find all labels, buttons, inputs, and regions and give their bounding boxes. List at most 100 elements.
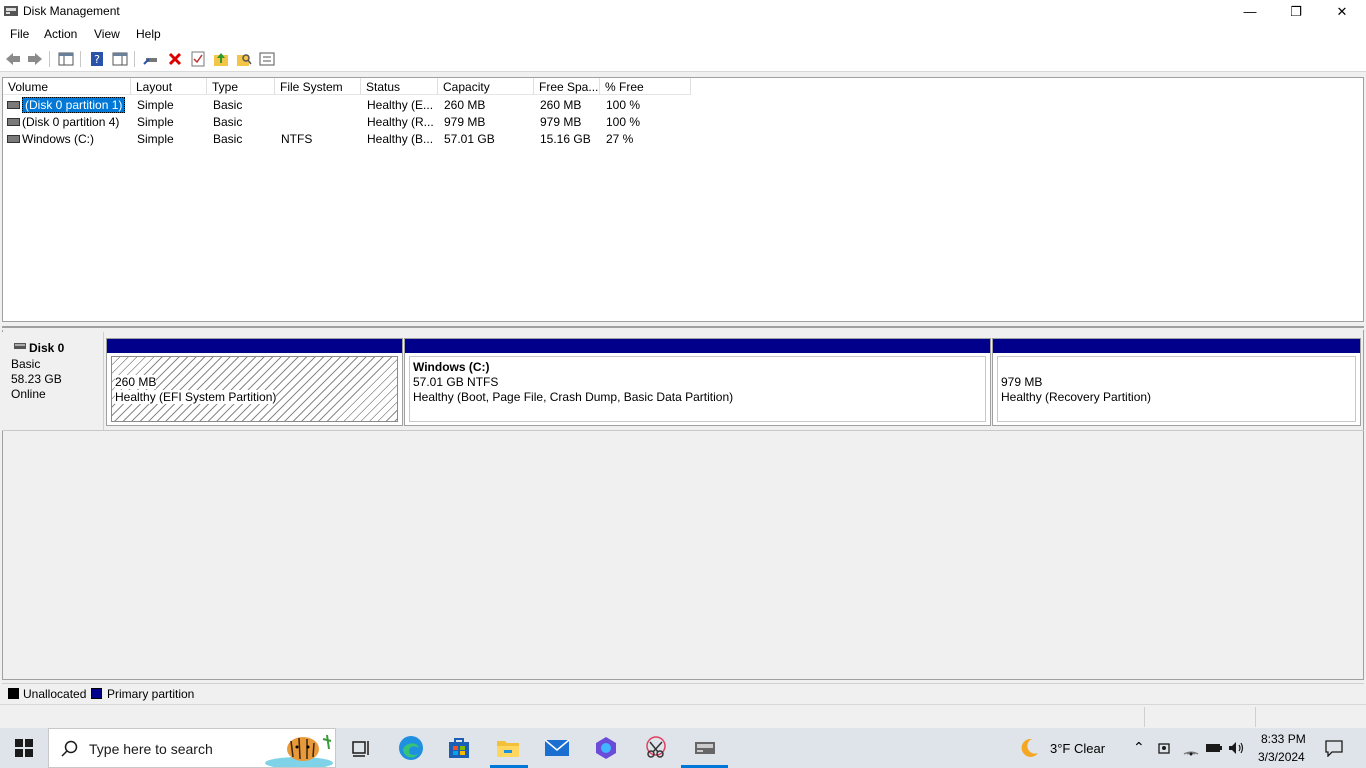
close-button[interactable]: ✕ xyxy=(1319,0,1365,23)
tiger-illustration-icon xyxy=(265,734,333,767)
folder-up-icon[interactable] xyxy=(212,50,230,68)
cell-pct: 100 % xyxy=(606,115,641,129)
partition-title: Windows (C:) xyxy=(413,360,490,374)
legend: Unallocated Primary partition xyxy=(2,683,1364,703)
cell-capacity: 57.01 GB xyxy=(444,132,495,146)
chevron-up-icon[interactable]: ⌃ xyxy=(1133,739,1145,756)
col-file-system[interactable]: File System xyxy=(275,78,361,95)
volume-icon[interactable] xyxy=(1228,740,1246,756)
cell-free: 979 MB xyxy=(540,115,582,129)
partition-efi[interactable]: 260 MB Healthy (EFI System Partition) xyxy=(106,338,403,426)
partition-size: 260 MB xyxy=(115,375,157,389)
cell-capacity: 979 MB xyxy=(444,115,486,129)
partition-status: Healthy (Boot, Page File, Crash Dump, Ba… xyxy=(413,390,734,404)
table-row[interactable]: (Disk 0 partition 4) Simple Basic Health… xyxy=(3,114,1363,131)
primary-partition-bar xyxy=(993,339,1360,353)
mail-button[interactable] xyxy=(542,734,572,762)
col-layout[interactable]: Layout xyxy=(131,78,207,95)
col-type[interactable]: Type xyxy=(207,78,275,95)
notification-icon[interactable] xyxy=(1325,739,1343,757)
cell-pct: 100 % xyxy=(606,98,641,112)
menu-help[interactable]: Help xyxy=(136,27,161,41)
cell-fs: NTFS xyxy=(281,132,313,146)
battery-icon[interactable] xyxy=(1205,741,1223,755)
menu-file[interactable]: File xyxy=(10,27,29,41)
copilot-button[interactable] xyxy=(591,734,621,762)
volume-list: Volume Layout Type File System Status Ca… xyxy=(2,77,1364,322)
status-bar xyxy=(0,704,1366,728)
cell-layout: Simple xyxy=(137,98,174,112)
cell-layout: Simple xyxy=(137,115,174,129)
copilot-icon xyxy=(596,737,616,759)
partition-selected-hatch: 260 MB Healthy (EFI System Partition) xyxy=(111,356,398,422)
moon-weather-icon xyxy=(1021,738,1038,757)
disk-management-taskbar-button[interactable] xyxy=(690,734,720,762)
weather-text[interactable]: 3°F Clear xyxy=(1050,741,1105,756)
edge-button[interactable] xyxy=(396,734,426,762)
snipping-tool-button[interactable] xyxy=(641,734,671,762)
menu-action[interactable]: Action xyxy=(44,27,77,41)
properties-icon[interactable] xyxy=(258,50,276,68)
disk-size: 58.23 GB xyxy=(11,372,62,386)
cell-volume: Windows (C:) xyxy=(22,132,95,146)
disk-kind: Basic xyxy=(11,357,41,371)
table-row[interactable]: (Disk 0 partition 1) Simple Basic Health… xyxy=(3,97,1363,114)
col-free-space[interactable]: Free Spa... xyxy=(534,78,600,95)
divider xyxy=(2,430,1364,431)
clock-time[interactable]: 8:33 PM xyxy=(1261,732,1306,746)
file-explorer-button[interactable] xyxy=(493,734,523,762)
minimize-button[interactable]: — xyxy=(1227,0,1273,23)
cell-volume: (Disk 0 partition 4) xyxy=(22,115,120,129)
partition-body: Windows (C:) 57.01 GB NTFS Healthy (Boot… xyxy=(409,356,986,422)
legend-unallocated-swatch xyxy=(8,688,19,699)
menu-view[interactable]: View xyxy=(94,27,120,41)
clock-date[interactable]: 3/3/2024 xyxy=(1258,750,1305,764)
cell-volume: (Disk 0 partition 1) xyxy=(22,97,126,113)
properties-pane-icon[interactable] xyxy=(111,50,129,68)
cell-free: 15.16 GB xyxy=(540,132,591,146)
partition-status: Healthy (Recovery Partition) xyxy=(1001,390,1152,404)
restore-button[interactable]: ❐ xyxy=(1273,0,1319,23)
partition-status: Healthy (EFI System Partition) xyxy=(115,390,277,404)
meet-now-icon[interactable] xyxy=(1157,740,1173,756)
cell-layout: Simple xyxy=(137,132,174,146)
edge-icon xyxy=(399,736,423,760)
col-capacity[interactable]: Capacity xyxy=(438,78,534,95)
primary-partition-bar xyxy=(107,339,402,353)
mail-icon xyxy=(544,739,570,756)
taskbar: Type here to search 3°F Clear ⌃ 8:33 PM … xyxy=(0,728,1366,768)
cell-status: Healthy (R... xyxy=(367,115,434,129)
checklist-icon[interactable] xyxy=(189,50,207,68)
partition-size: 57.01 GB NTFS xyxy=(413,375,499,389)
volume-icon xyxy=(7,118,20,126)
col-status[interactable]: Status xyxy=(361,78,438,95)
forward-icon[interactable] xyxy=(26,50,44,68)
col-volume[interactable]: Volume xyxy=(3,78,131,95)
task-view-button[interactable] xyxy=(345,734,375,762)
pane-splitter[interactable] xyxy=(2,322,1364,328)
col-percent-free[interactable]: % Free xyxy=(600,78,691,95)
disk-name: Disk 0 xyxy=(29,341,65,355)
disk-0-label[interactable]: Disk 0 Basic 58.23 GB Online xyxy=(2,332,104,431)
cell-type: Basic xyxy=(213,115,243,129)
store-button[interactable] xyxy=(444,734,474,762)
partition-body: 979 MB Healthy (Recovery Partition) xyxy=(997,356,1356,422)
delete-icon[interactable] xyxy=(166,50,184,68)
primary-partition-bar xyxy=(405,339,990,353)
table-row[interactable]: Windows (C:) Simple Basic NTFS Healthy (… xyxy=(3,131,1363,148)
search-box[interactable]: Type here to search xyxy=(48,728,336,768)
search-placeholder: Type here to search xyxy=(89,741,213,757)
back-icon[interactable] xyxy=(4,50,22,68)
start-button[interactable] xyxy=(9,734,39,762)
partition-recovery[interactable]: 979 MB Healthy (Recovery Partition) xyxy=(992,338,1361,426)
legend-primary-label: Primary partition xyxy=(107,687,195,701)
connect-disk-icon[interactable] xyxy=(142,50,160,68)
window-title: Disk Management xyxy=(23,4,120,18)
wifi-icon[interactable] xyxy=(1182,740,1200,756)
help-icon[interactable]: ? xyxy=(88,50,106,68)
disk-management-icon xyxy=(695,742,715,754)
partition-windows-c[interactable]: Windows (C:) 57.01 GB NTFS Healthy (Boot… xyxy=(404,338,991,426)
folder-search-icon[interactable] xyxy=(235,50,253,68)
console-tree-icon[interactable] xyxy=(57,50,75,68)
disk-management-icon xyxy=(4,6,18,16)
